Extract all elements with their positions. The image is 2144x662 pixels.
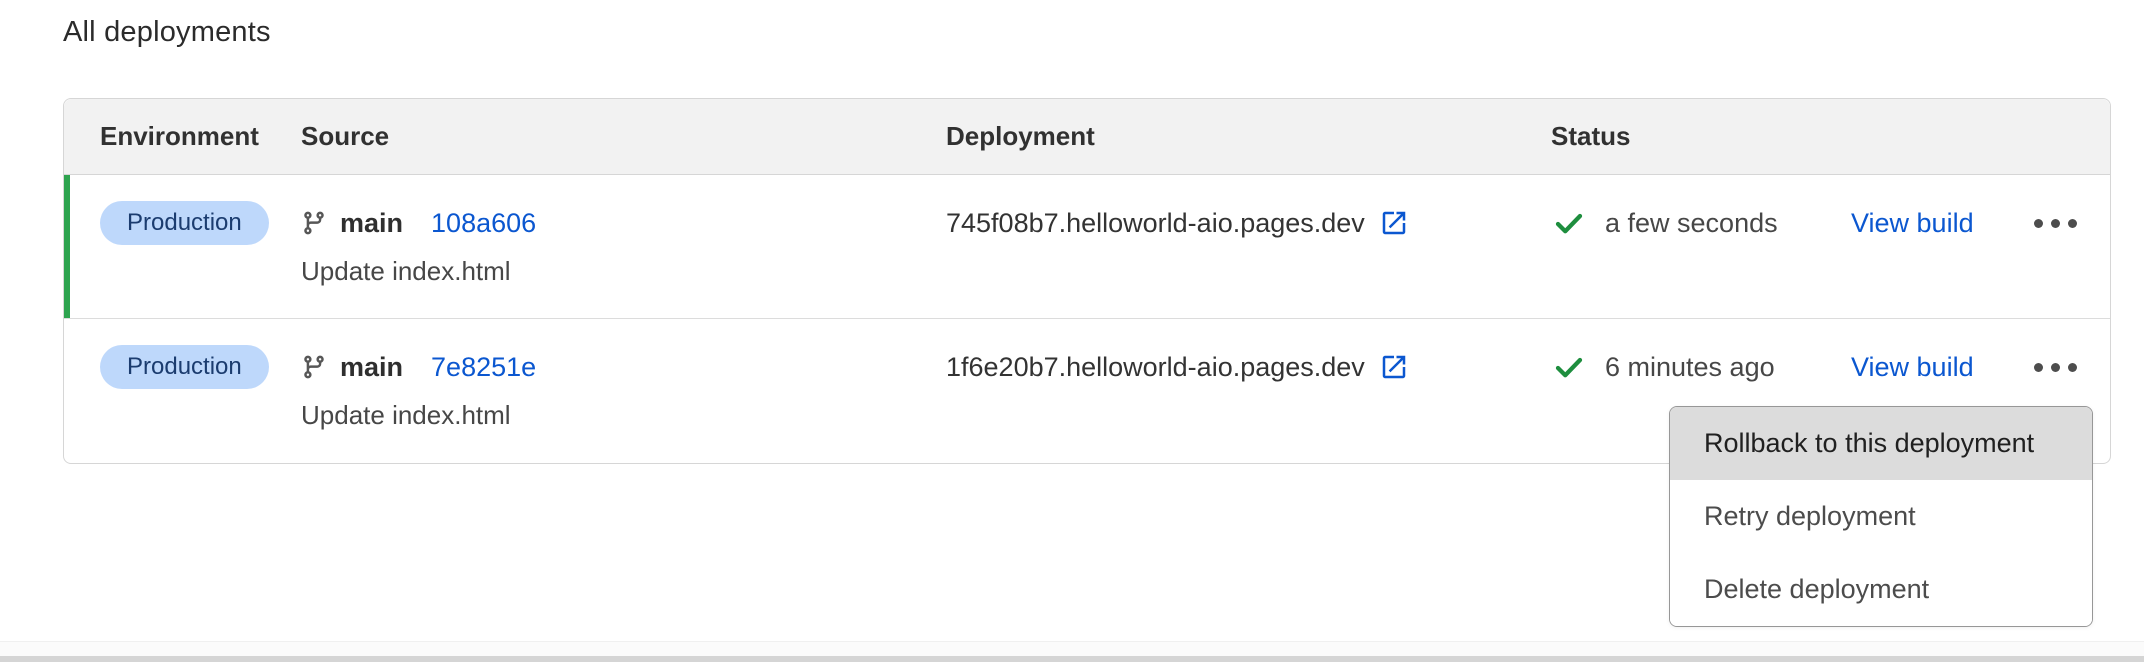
deployment-actions-menu: Rollback to this deployment Retry deploy… <box>1669 406 2093 627</box>
page-title: All deployments <box>63 16 271 49</box>
commit-link[interactable]: 108a606 <box>431 208 536 239</box>
ellipsis-menu-icon <box>2034 363 2043 372</box>
deployment-url: 745f08b7.helloworld-aio.pages.dev <box>946 208 1365 239</box>
view-build-link[interactable]: View build <box>1851 208 1974 239</box>
check-icon <box>1551 208 1587 238</box>
commit-message: Update index.html <box>301 397 946 433</box>
branch-name: main <box>340 208 403 239</box>
menu-item-retry[interactable]: Retry deployment <box>1670 480 2092 553</box>
status-time: 6 minutes ago <box>1605 352 1775 383</box>
header-source: Source <box>301 121 946 152</box>
deployment-row: Production main 108a606 Update index.htm… <box>64 175 2110 319</box>
header-status: Status <box>1551 121 1851 152</box>
deployment-url: 1f6e20b7.helloworld-aio.pages.dev <box>946 352 1365 383</box>
commit-link[interactable]: 7e8251e <box>431 352 536 383</box>
ellipsis-menu-icon <box>2034 219 2043 228</box>
table-header: Environment Source Deployment Status <box>64 99 2110 175</box>
view-build-link[interactable]: View build <box>1851 352 1974 383</box>
menu-item-delete[interactable]: Delete deployment <box>1670 553 2092 626</box>
ellipsis-menu-button[interactable] <box>2001 343 2110 391</box>
ellipsis-menu-button[interactable] <box>2001 199 2110 247</box>
git-branch-icon <box>301 210 327 236</box>
page-bottom-divider <box>0 641 2144 656</box>
header-environment: Environment <box>64 121 301 152</box>
page-bottom-line <box>0 656 2144 662</box>
git-branch-icon <box>301 354 327 380</box>
commit-message: Update index.html <box>301 253 946 289</box>
branch-name: main <box>340 352 403 383</box>
external-link-icon[interactable] <box>1379 352 1409 382</box>
environment-badge: Production <box>100 345 269 389</box>
environment-badge: Production <box>100 201 269 245</box>
header-deployment: Deployment <box>946 121 1551 152</box>
menu-item-rollback[interactable]: Rollback to this deployment <box>1670 407 2092 480</box>
external-link-icon[interactable] <box>1379 208 1409 238</box>
check-icon <box>1551 352 1587 382</box>
status-time: a few seconds <box>1605 208 1778 239</box>
active-deployment-indicator <box>64 175 70 318</box>
deployments-page: All deployments Environment Source Deplo… <box>0 0 2144 662</box>
